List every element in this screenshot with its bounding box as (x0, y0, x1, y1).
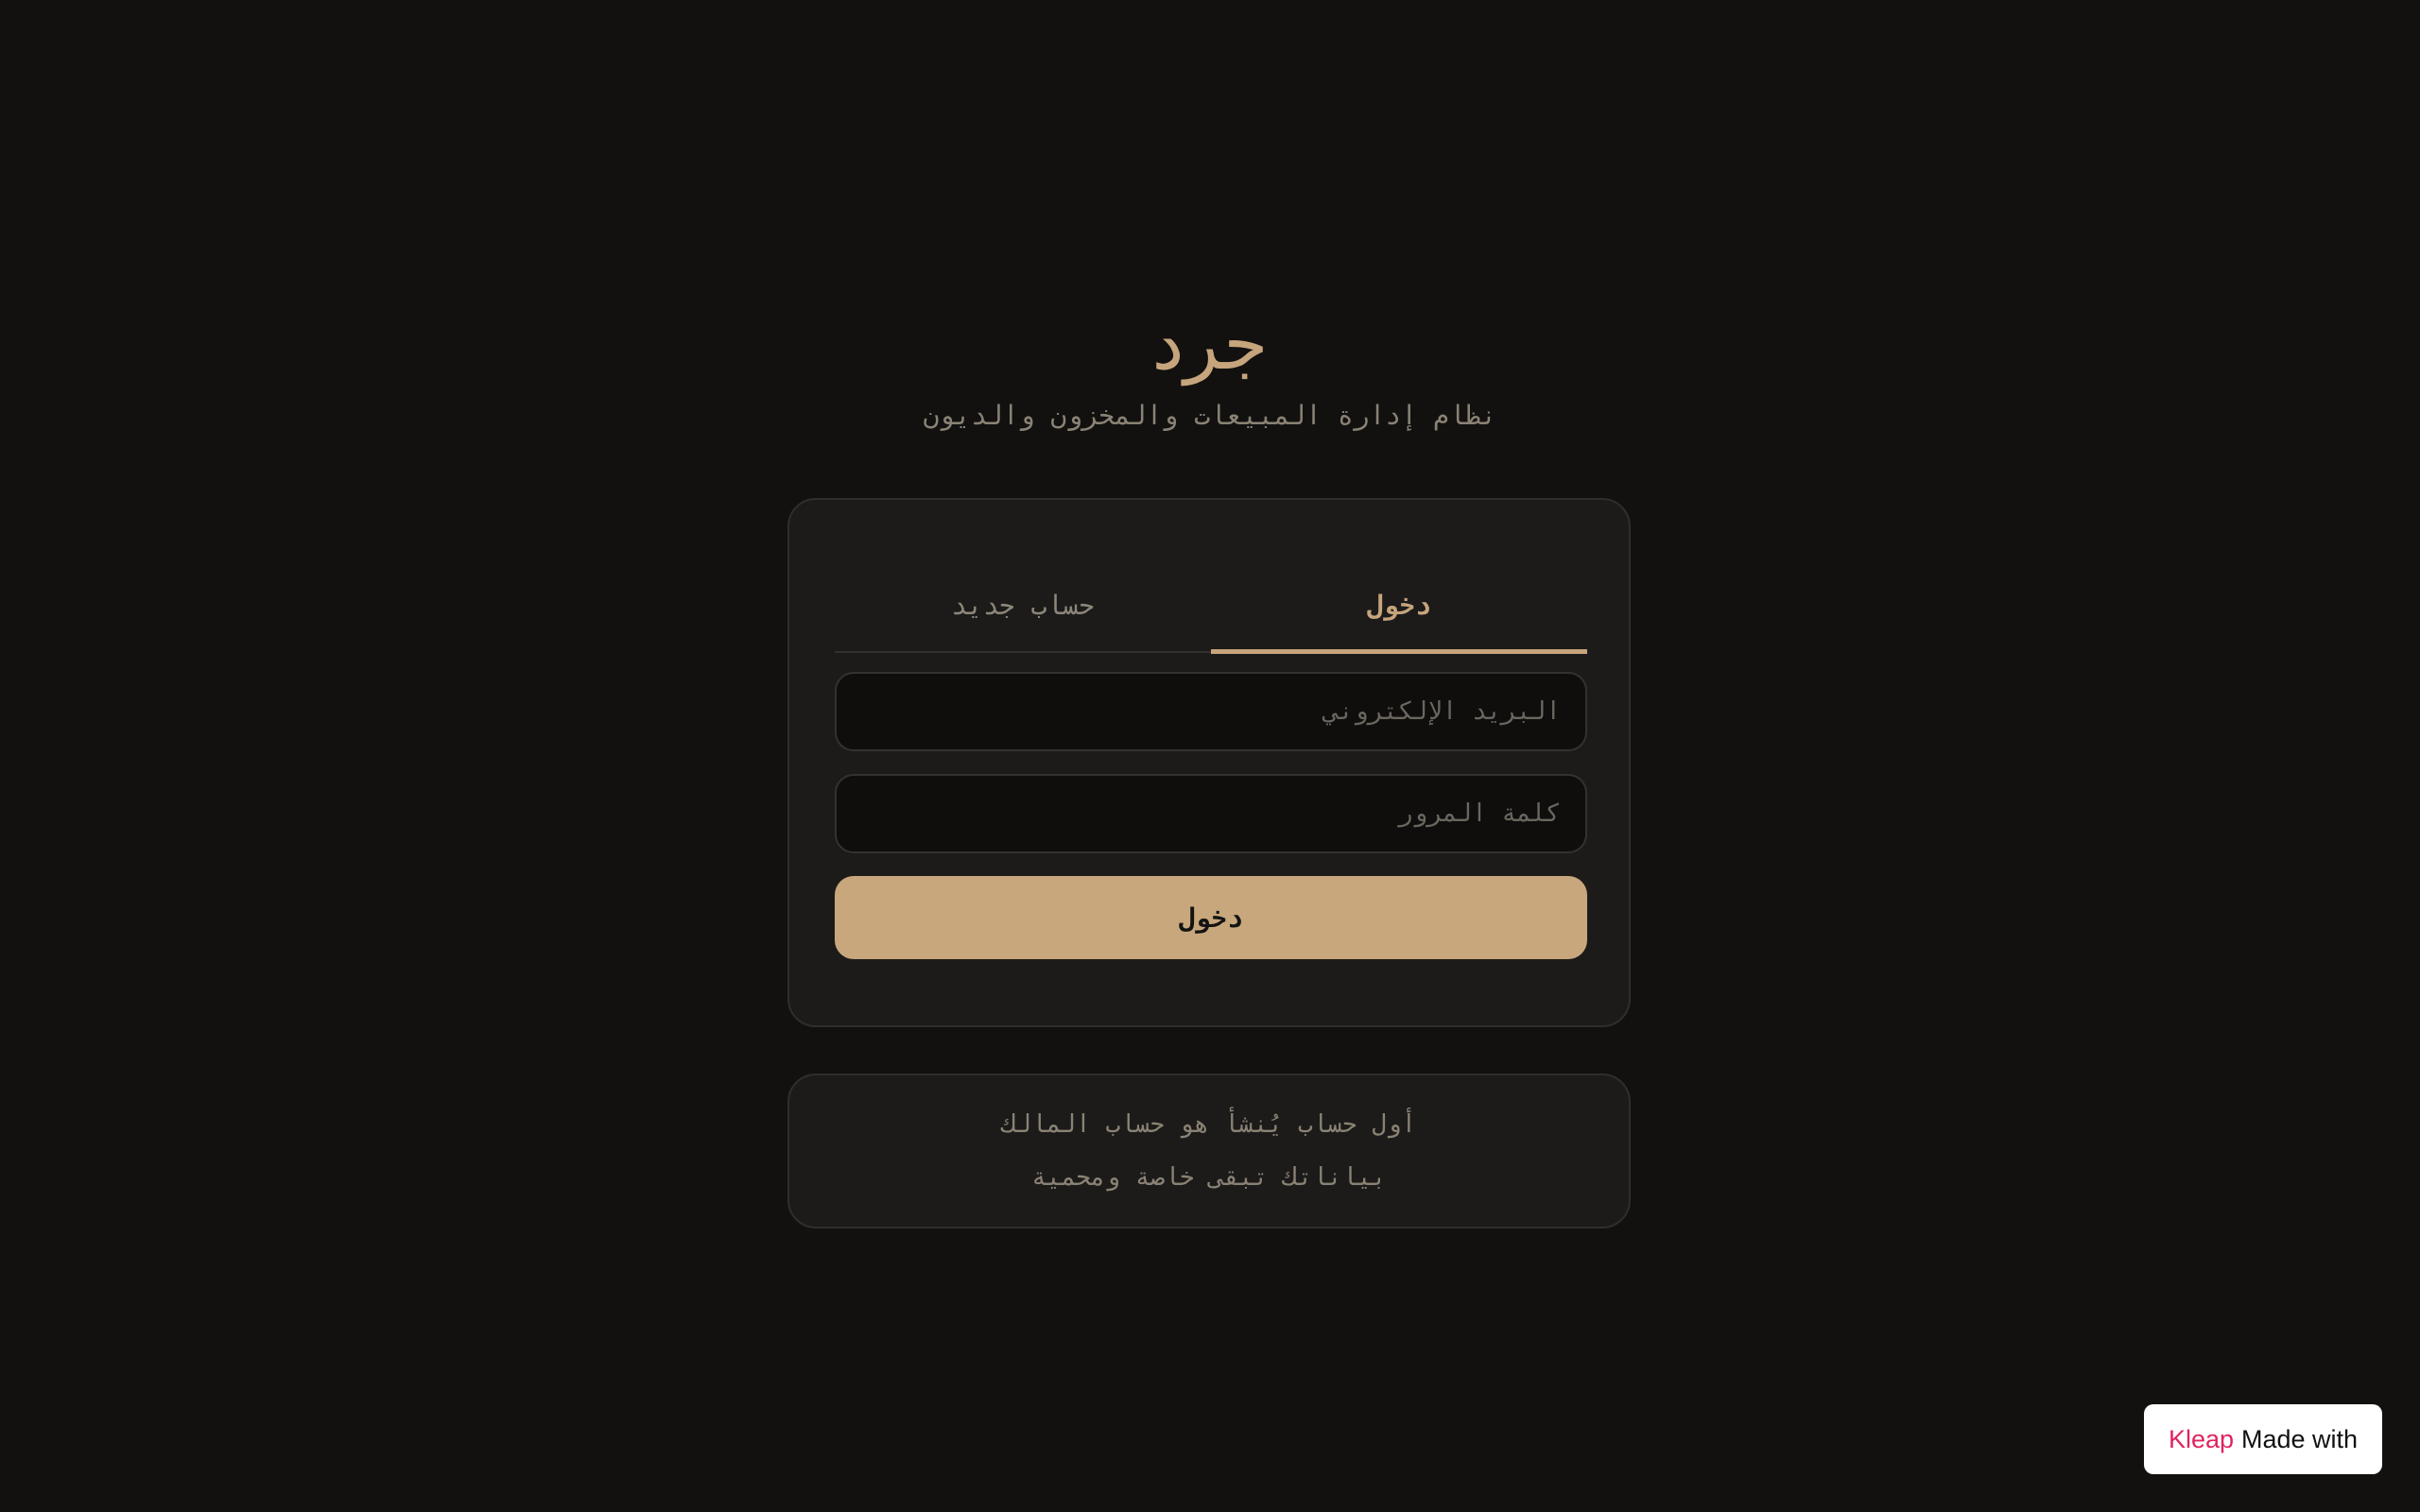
badge-text: Made with (2241, 1424, 2359, 1453)
badge-brand: Kleap (2168, 1424, 2234, 1453)
made-with-kleap-badge[interactable]: Kleap Made with (2144, 1404, 2382, 1474)
tab-login[interactable]: دخول (1211, 558, 1587, 654)
email-input[interactable] (835, 672, 1587, 751)
auth-tabs: دخول حساب جديد (835, 558, 1587, 654)
app-subtitle: نظام إدارة المبيعات والمخزون والديون (923, 400, 1497, 431)
auth-card: دخول حساب جديد دخول (787, 498, 1631, 1027)
login-button[interactable]: دخول (835, 876, 1587, 959)
info-card: أول حساب يُنشأ هو حساب المالك بياناتك تب… (787, 1074, 1631, 1228)
password-input[interactable] (835, 774, 1587, 853)
app-logo-title: جرد (1151, 301, 1269, 386)
tab-register[interactable]: حساب جديد (835, 558, 1211, 651)
info-privacy-note: بياناتك تبقى خاصة ومحمية (1031, 1163, 1387, 1192)
info-owner-note: أول حساب يُنشأ هو حساب المالك (1001, 1110, 1417, 1139)
login-page: جرد نظام إدارة المبيعات والمخزون والديون… (0, 0, 2420, 1512)
